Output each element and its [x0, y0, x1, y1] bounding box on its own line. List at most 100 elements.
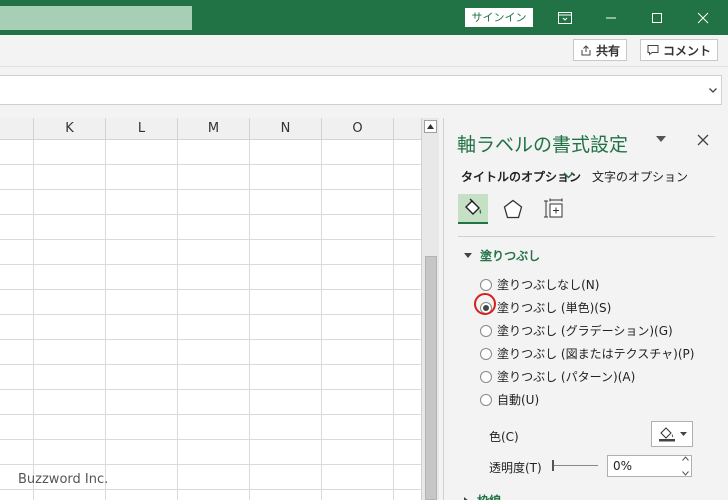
radio-label: 塗りつぶし (グラデーション)(G): [497, 324, 673, 338]
transparency-spinner[interactable]: [680, 456, 691, 476]
transparency-slider-thumb[interactable]: [552, 460, 554, 471]
radio-button[interactable]: [480, 347, 492, 360]
title-bar: サインイン: [0, 0, 728, 35]
pane-options-caret-icon[interactable]: [656, 136, 666, 142]
radio-label: 塗りつぶし (パターン)(A): [497, 370, 636, 384]
radio-solid-fill[interactable]: 塗りつぶし (単色)(S): [480, 299, 611, 316]
tab-text-options[interactable]: 文字のオプション: [592, 168, 688, 185]
collapse-triangle-icon: [464, 253, 472, 258]
tab-size-properties[interactable]: [539, 194, 569, 224]
pentagon-icon: [503, 199, 523, 219]
expand-triangle-icon: [464, 496, 469, 500]
spin-up-icon[interactable]: [682, 456, 689, 461]
maximize-icon: [652, 12, 662, 23]
close-window-button[interactable]: [680, 0, 726, 35]
spin-down-icon[interactable]: [682, 471, 689, 476]
divider: [458, 236, 715, 237]
paint-bucket-icon: [658, 427, 675, 442]
line-section-header[interactable]: 枠線: [464, 492, 501, 500]
minimize-icon: [606, 17, 616, 18]
formula-bar[interactable]: [0, 75, 722, 105]
transparency-label: 透明度(T): [489, 461, 542, 475]
grid-row-line: [0, 264, 421, 265]
grid-row-line: [0, 489, 421, 490]
radio-label: 塗りつぶし (単色)(S): [497, 301, 612, 315]
grid-column-line: [249, 140, 250, 500]
share-icon: [581, 45, 591, 56]
grid-column-line: [33, 140, 34, 500]
format-axis-title-pane: 軸ラベルの書式設定 タイトルのオプション 文字のオプション 塗りつぶし 塗りつぶ…: [443, 118, 728, 500]
watermark: Buzzword Inc.: [18, 472, 109, 487]
scroll-thumb[interactable]: [425, 256, 437, 500]
grid-column-line: [393, 140, 394, 500]
fill-color-picker-button[interactable]: [651, 421, 693, 447]
chevron-down-icon[interactable]: [563, 172, 574, 179]
radio-picture-fill[interactable]: 塗りつぶし (図またはテクスチャ)(P): [480, 345, 694, 362]
ribbon-display-options-button[interactable]: [542, 0, 588, 35]
signin-button[interactable]: サインイン: [465, 8, 533, 27]
minimize-button[interactable]: [588, 0, 634, 35]
grid-row-line: [0, 189, 421, 190]
ribbon-display-icon: [558, 11, 572, 24]
radio-label: 塗りつぶしなし(N): [497, 278, 600, 292]
grid-column-line: [177, 140, 178, 500]
fill-section-label: 塗りつぶし: [480, 249, 541, 263]
tab-effects[interactable]: [498, 194, 528, 224]
radio-label: 自動(U): [497, 393, 540, 407]
column-header[interactable]: O: [322, 118, 394, 140]
grid-column-line: [321, 140, 322, 500]
grid-row-line: [0, 314, 421, 315]
column-header-j[interactable]: [0, 118, 34, 140]
radio-no-fill[interactable]: 塗りつぶしなし(N): [480, 276, 599, 293]
radio-pattern-fill[interactable]: 塗りつぶし (パターン)(A): [480, 368, 635, 385]
radio-button[interactable]: [480, 370, 492, 383]
radio-button[interactable]: [480, 278, 492, 291]
ribbon-bar: 共有 コメント: [0, 35, 728, 67]
line-section-label: 枠線: [477, 492, 501, 500]
column-header[interactable]: K: [34, 118, 106, 140]
grid-row-line: [0, 339, 421, 340]
grid-column-line: [105, 140, 106, 500]
grid-row-line: [0, 464, 421, 465]
column-header[interactable]: L: [106, 118, 178, 140]
close-icon[interactable]: [697, 134, 709, 146]
document-title-field: [0, 6, 192, 30]
radio-button[interactable]: [480, 393, 492, 406]
comment-button[interactable]: コメント: [640, 39, 719, 61]
chevron-down-icon[interactable]: [707, 84, 719, 96]
highlight-circle: [474, 293, 496, 315]
vertical-scrollbar[interactable]: [421, 118, 439, 500]
size-properties-icon: [544, 198, 563, 218]
comment-label: コメント: [663, 43, 712, 58]
column-header[interactable]: M: [178, 118, 250, 140]
color-label: 色(C): [489, 430, 519, 444]
grid-row-line: [0, 389, 421, 390]
column-header[interactable]: N: [250, 118, 322, 140]
share-label: 共有: [596, 43, 621, 58]
maximize-button[interactable]: [634, 0, 680, 35]
grid-row-line: [0, 439, 421, 440]
grid-row-line: [0, 239, 421, 240]
radio-automatic[interactable]: 自動(U): [480, 391, 539, 408]
chevron-down-icon: [679, 432, 687, 436]
radio-gradient-fill[interactable]: 塗りつぶし (グラデーション)(G): [480, 322, 673, 339]
pane-title: 軸ラベルの書式設定: [457, 134, 629, 156]
grid-row-line: [0, 414, 421, 415]
grid-row-line: [0, 364, 421, 365]
column-header-p[interactable]: [394, 118, 421, 140]
tab-fill-line[interactable]: [458, 194, 488, 224]
transparency-slider[interactable]: [552, 465, 598, 466]
column-header-row: K L M N O: [0, 118, 421, 140]
radio-button[interactable]: [480, 324, 492, 337]
spreadsheet-grid[interactable]: K L M N O: [0, 118, 421, 500]
grid-row-line: [0, 214, 421, 215]
grid-row-line: [0, 289, 421, 290]
scroll-up-button[interactable]: [424, 120, 437, 133]
cell-grid[interactable]: [0, 140, 421, 500]
grid-row-line: [0, 164, 421, 165]
fill-section-header[interactable]: 塗りつぶし: [464, 247, 540, 264]
paint-bucket-icon: [465, 198, 482, 215]
radio-label: 塗りつぶし (図またはテクスチャ)(P): [497, 347, 695, 361]
share-button[interactable]: 共有: [573, 39, 628, 61]
close-icon: [697, 12, 709, 23]
